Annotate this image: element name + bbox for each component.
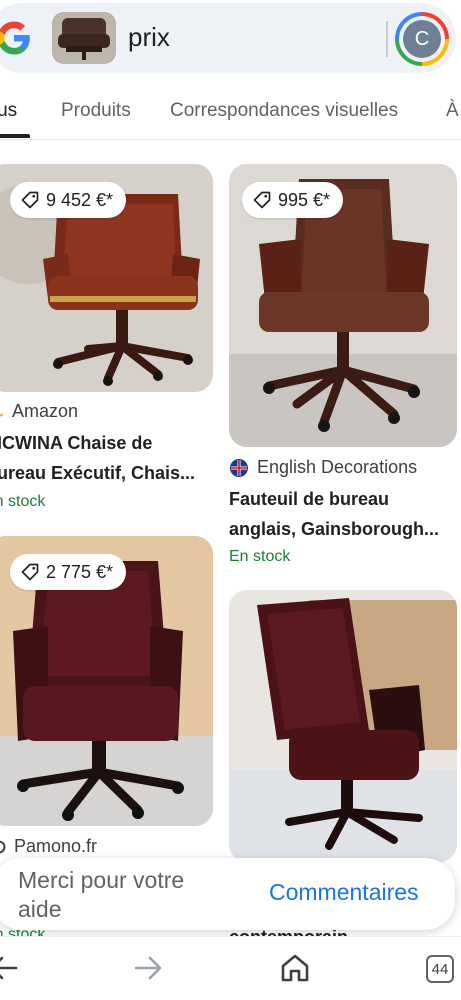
price-badge: 2 775 €* — [10, 554, 127, 590]
price-badge: 9 452 €* — [10, 182, 127, 218]
back-arrow-icon[interactable] — [0, 951, 20, 985]
avatar: C — [403, 20, 441, 58]
result-source-1[interactable]: Amazon — [0, 401, 78, 422]
price-text: 995 €* — [278, 189, 331, 210]
result-source-2[interactable]: English Decorations — [229, 457, 417, 478]
stock-status-2: En stock — [229, 548, 291, 565]
account-avatar-button[interactable]: C — [395, 12, 449, 66]
forward-arrow-icon[interactable] — [132, 951, 166, 985]
query-image-thumbnail[interactable] — [52, 12, 116, 64]
feedback-thanks-text: Merci pour votre aide — [18, 867, 185, 922]
pamono-favicon-icon — [0, 840, 6, 853]
english-decorations-favicon-icon — [230, 458, 248, 477]
result-title-1[interactable]: INCWINA Chaise de Bureau Exécutif, Chais… — [0, 428, 216, 488]
price-tag-icon — [253, 191, 271, 209]
search-query-text[interactable]: prix — [128, 22, 170, 53]
source-name: Amazon — [12, 401, 79, 421]
source-name: Pamono.fr — [14, 836, 98, 856]
stock-status-1: En stock — [0, 493, 46, 510]
search-bar[interactable]: prix C — [0, 3, 456, 73]
active-tab-indicator — [0, 134, 30, 138]
source-name: English Decorations — [257, 457, 418, 477]
price-text: 2 775 €* — [46, 561, 114, 582]
product-image-4[interactable] — [229, 590, 457, 862]
browser-bottom-bar: 44 — [0, 936, 461, 1000]
result-source-3[interactable]: Pamono.fr — [0, 836, 97, 857]
google-logo-icon[interactable] — [0, 20, 32, 56]
price-text: 9 452 €* — [46, 189, 114, 210]
result-title-2[interactable]: Fauteuil de bureau anglais, Gainsborough… — [229, 484, 459, 544]
price-tag-icon — [21, 191, 39, 209]
search-divider — [386, 21, 388, 57]
price-badge: 995 €* — [242, 182, 344, 218]
tab-more[interactable]: À — [446, 100, 459, 122]
amazon-favicon-icon — [0, 412, 4, 417]
tab-produits[interactable]: Produits — [61, 100, 131, 122]
tab-tous[interactable]: Tous — [0, 100, 17, 122]
home-icon[interactable] — [278, 951, 312, 985]
product-image-3[interactable]: 2 775 €* — [0, 536, 213, 826]
price-tag-icon — [21, 563, 39, 581]
product-image-1[interactable]: 9 452 €* — [0, 164, 213, 392]
product-image-2[interactable]: 995 €* — [229, 164, 457, 447]
feedback-button[interactable]: Commentaires — [269, 879, 419, 906]
tab-correspondances-visuelles[interactable]: Correspondances visuelles — [170, 100, 398, 122]
result-tabs: Tous Produits Correspondances visuelles … — [0, 90, 461, 140]
feedback-banner: Merci pour votre aide Commentaires — [0, 858, 455, 930]
tab-switcher-icon[interactable]: 44 — [426, 955, 454, 983]
